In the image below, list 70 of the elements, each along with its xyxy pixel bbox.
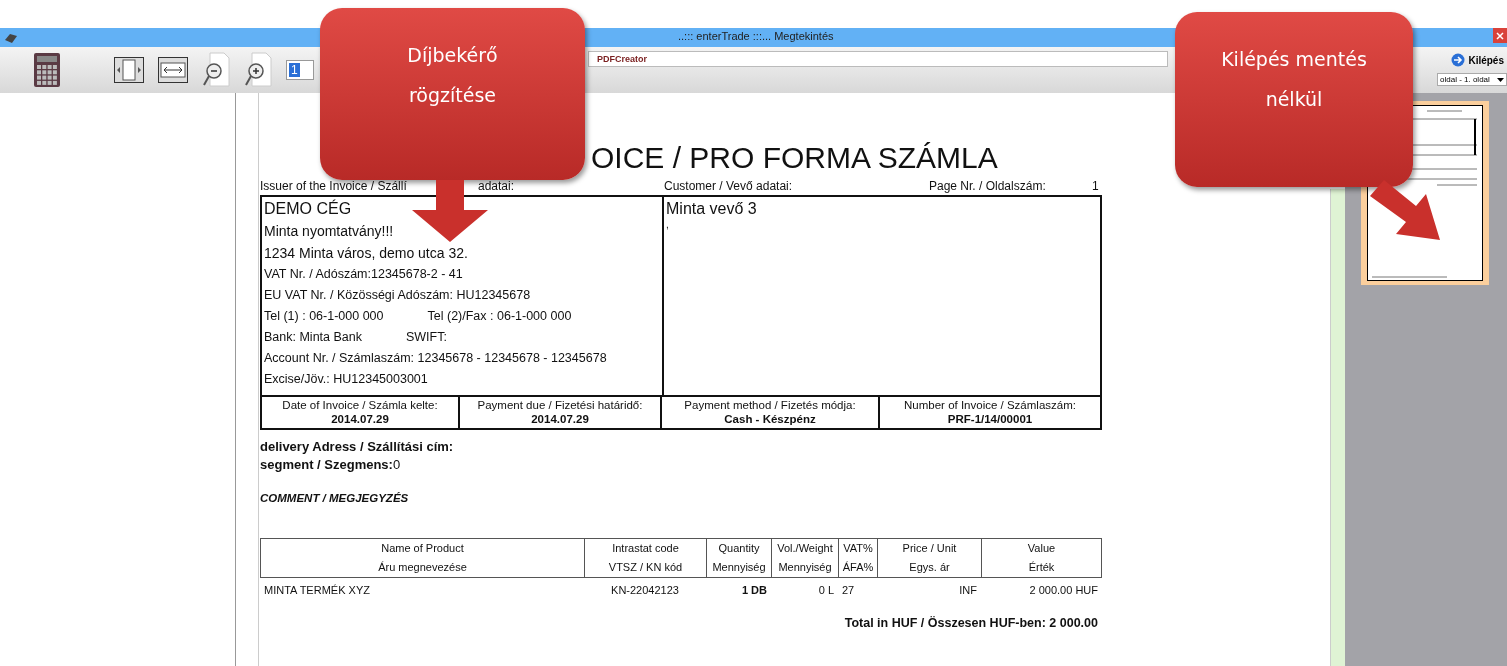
column-header: Quantity: [718, 541, 760, 556]
table-cell: 1 DB: [741, 584, 767, 596]
issuer-detail: SWIFT:: [405, 329, 447, 346]
issuer-detail: DEMO CÉG: [264, 199, 352, 219]
issuer-detail: VAT Nr. / Adószám:12345678-2 - 41: [264, 266, 463, 283]
zoom-in-icon[interactable]: [244, 52, 272, 88]
column-header: Value: [1027, 541, 1056, 556]
fit-page-icon[interactable]: [114, 57, 144, 83]
comment-heading: COMMENT / MEGJEGYZÉS: [260, 492, 410, 504]
calculator-icon[interactable]: [34, 53, 60, 87]
column-header: Name of Product: [381, 541, 464, 556]
column-header: Mennyiség: [712, 560, 766, 575]
issuer-label: Issuer of the Invoice / Szállí: [260, 179, 407, 193]
column-header: VAT%: [843, 541, 873, 556]
table-cell: INF: [959, 584, 977, 596]
column-header: Price / Unit: [902, 541, 957, 556]
page-number: 1: [1092, 179, 1099, 193]
customer-label: Customer / Vevő adatai:: [664, 179, 793, 193]
info-label: Payment due / Fizetési határidő:: [477, 399, 643, 411]
table-cell: 27: [842, 584, 855, 596]
total-amount: Total in HUF / Összesen HUF-ben: 2 000.00: [844, 616, 1098, 630]
table-cell: KN-22042123: [611, 584, 679, 596]
issuer-detail: Tel (2)/Fax : 06-1-000 000: [427, 308, 572, 325]
close-button[interactable]: [1493, 28, 1507, 43]
column-header: Áru megnevezése: [378, 560, 467, 575]
page-select[interactable]: oldal - 1. oldal: [1437, 73, 1507, 86]
issuer-detail: EU VAT Nr. / Közösségi Adószám: HU12345678: [264, 287, 531, 304]
callout: Díjbekérő rögzítése: [320, 8, 585, 180]
issuer-detail: Excise/Jöv.: HU12345003001: [264, 371, 428, 388]
customer-detail: ,: [666, 219, 670, 230]
caret-icon: [1497, 77, 1504, 82]
delivery-address-label: delivery Adress / Szállítási cím:: [260, 439, 455, 454]
scrollbar[interactable]: [1330, 189, 1345, 666]
issuer-detail: Bank: Minta Bank: [264, 329, 362, 346]
printer-field[interactable]: PDFCreator: [588, 51, 1168, 67]
page-number-label: Page Nr. / Oldalszám:: [929, 179, 1046, 193]
table-cell: MINTA TERMÉK XYZ: [264, 584, 370, 596]
fit-width-icon[interactable]: [158, 57, 188, 83]
info-value: 2014.07.29: [531, 413, 589, 425]
column-header: Érték: [1028, 560, 1055, 575]
info-label: Payment method / Fizetés módja:: [684, 399, 856, 411]
customer-name: Minta vevő 3: [666, 199, 758, 219]
info-label: Date of Invoice / Számla kelte:: [282, 399, 438, 411]
exit-button[interactable]: Kilépés: [1448, 51, 1507, 69]
issuer-detail: 1234 Minta város, demo utca 32.: [264, 244, 468, 263]
info-label: Number of Invoice / Számlaszám:: [904, 399, 1076, 411]
column-header: ÁFA%: [842, 560, 874, 575]
issuer-label: adatai:: [478, 179, 515, 193]
window-title: ..::: enterTrade :::... Megtekintés: [678, 30, 834, 42]
callout: Kilépés mentés nélkül: [1175, 12, 1413, 187]
issuer-detail: Account Nr. / Számlaszám: 12345678 - 12345678 - 12345678: [264, 350, 607, 367]
table-cell: 2 000.00 HUF: [1029, 584, 1098, 596]
close-icon: [1496, 31, 1504, 40]
info-value: PRF-1/14/00001: [947, 413, 1033, 425]
column-header: VTSZ / KN kód: [608, 560, 683, 575]
column-header: Vol./Weight: [777, 541, 833, 556]
arrow-icon: [1451, 53, 1466, 67]
info-value: 2014.07.29: [331, 413, 389, 425]
issuer-detail: Minta nyomtatvány!!!: [264, 222, 394, 241]
segment-text: segment / Szegmens:0: [260, 457, 402, 472]
column-header: Intrastat code: [612, 541, 679, 556]
table-cell: 0 L: [818, 584, 834, 596]
issuer-detail: Tel (1) : 06-1-000 000: [264, 308, 384, 325]
app-icon: [4, 31, 18, 44]
zoom-out-icon[interactable]: [202, 52, 230, 88]
page-number-field[interactable]: 1: [286, 60, 314, 80]
invoice-title: OICE / PRO FORMA SZÁMLA: [591, 141, 999, 175]
info-value: Cash - Készpénz: [724, 413, 816, 425]
column-header: Egys. ár: [909, 560, 950, 575]
column-header: Mennyiség: [778, 560, 832, 575]
